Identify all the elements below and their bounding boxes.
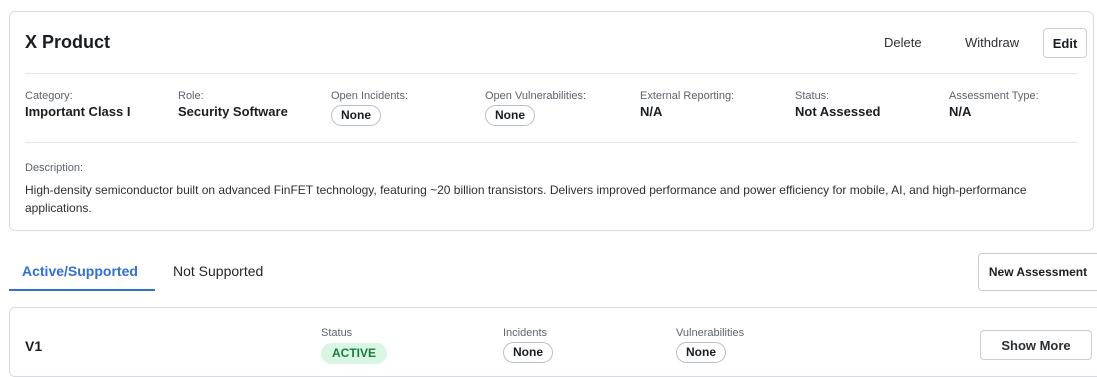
status-label: Status: xyxy=(795,90,830,102)
description-text: High-density semiconductor built on adva… xyxy=(25,183,1027,215)
version-vulnerabilities-badge: None xyxy=(676,342,726,363)
field-open-vulnerabilities: Open Vulnerabilities: None xyxy=(485,89,586,126)
active-tab-indicator xyxy=(9,289,155,291)
external-reporting-value: N/A xyxy=(640,104,663,119)
assessment-type-value: N/A xyxy=(949,104,972,119)
external-reporting-label: External Reporting: xyxy=(640,90,735,102)
withdraw-button[interactable]: Withdraw xyxy=(965,35,1019,50)
open-incidents-label: Open Incidents: xyxy=(331,90,409,102)
status-value: Not Assessed xyxy=(795,104,881,119)
category-label: Category: xyxy=(25,90,73,102)
role-value: Security Software xyxy=(178,104,288,119)
version-vulnerabilities-column: Vulnerabilities None xyxy=(676,326,744,363)
version-vulnerabilities-label: Vulnerabilities xyxy=(676,327,745,339)
field-external-reporting: External Reporting: N/A xyxy=(640,89,734,120)
field-status: Status: Not Assessed xyxy=(795,89,881,120)
open-vulnerabilities-label: Open Vulnerabilities: xyxy=(485,90,587,102)
product-card: X Product Delete Withdraw Edit Category:… xyxy=(9,11,1094,231)
delete-button[interactable]: Delete xyxy=(884,35,922,50)
header-divider xyxy=(25,73,1078,74)
category-value: Important Class I xyxy=(25,104,131,119)
field-assessment-type: Assessment Type: N/A xyxy=(949,89,1039,120)
version-row: V1 Status ACTIVE Incidents None Vulnerab… xyxy=(9,307,1097,377)
version-incidents-badge: None xyxy=(503,342,553,363)
fields-divider xyxy=(25,142,1078,143)
version-name: V1 xyxy=(25,338,43,354)
description-section: Description: High-density semiconductor … xyxy=(25,161,1075,217)
edit-button[interactable]: Edit xyxy=(1043,28,1087,58)
field-category: Category: Important Class I xyxy=(25,89,130,120)
version-status-badge: ACTIVE xyxy=(321,343,388,364)
new-assessment-button[interactable]: New Assessment xyxy=(978,253,1097,291)
description-label: Description: xyxy=(25,162,84,174)
field-role: Role: Security Software xyxy=(178,89,288,120)
version-incidents-column: Incidents None xyxy=(503,326,553,363)
open-vulnerabilities-badge: None xyxy=(485,105,535,126)
assessment-type-label: Assessment Type: xyxy=(949,90,1039,102)
product-card-header: X Product Delete Withdraw Edit xyxy=(10,12,1093,72)
product-title: X Product xyxy=(25,32,111,52)
version-incidents-label: Incidents xyxy=(503,327,548,339)
tab-active-supported[interactable]: Active/Supported xyxy=(22,263,138,279)
role-label: Role: xyxy=(178,90,204,102)
version-status-label: Status xyxy=(321,327,353,339)
tab-not-supported[interactable]: Not Supported xyxy=(173,263,263,279)
field-open-incidents: Open Incidents: None xyxy=(331,89,408,126)
version-status-column: Status ACTIVE xyxy=(321,326,388,364)
show-more-button[interactable]: Show More xyxy=(980,330,1092,360)
open-incidents-badge: None xyxy=(331,105,381,126)
